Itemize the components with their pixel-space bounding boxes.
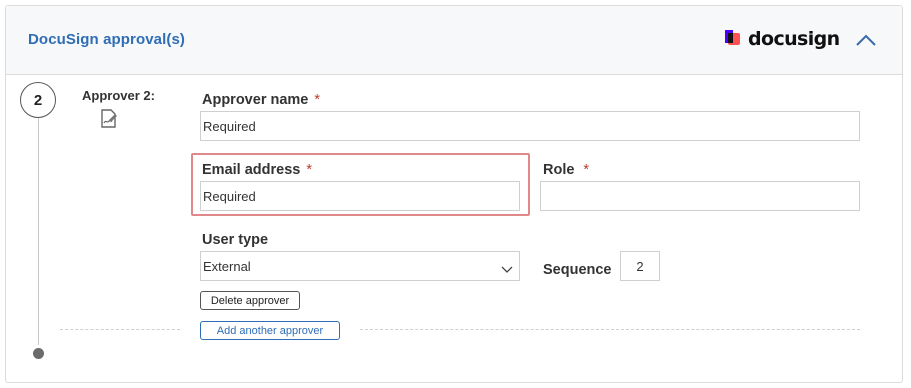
- add-another-approver-button[interactable]: Add another approver: [200, 321, 340, 340]
- divider-left: [60, 329, 180, 330]
- chevron-up-icon[interactable]: [854, 32, 878, 48]
- divider-right: [360, 329, 860, 330]
- approver-name-label-text: Approver name: [202, 92, 309, 108]
- delete-approver-button[interactable]: Delete approver: [200, 291, 300, 310]
- panel-title: DocuSign approval(s): [28, 31, 186, 48]
- docusign-logo: docusign: [725, 28, 840, 50]
- signature-document-icon: [99, 108, 119, 130]
- role-label-text: Role: [543, 162, 575, 178]
- step-connector-line: [38, 118, 39, 345]
- email-address-label-text: Email address: [202, 162, 301, 178]
- step-end-dot: [33, 348, 44, 359]
- sequence-input[interactable]: 2: [620, 251, 660, 281]
- role-label: Role *: [543, 162, 589, 178]
- role-input[interactable]: [540, 181, 860, 211]
- required-mark: *: [583, 162, 590, 178]
- user-type-selected: External: [203, 258, 251, 274]
- approver-name-input[interactable]: Required: [200, 111, 860, 141]
- email-address-value: Required: [203, 188, 256, 204]
- user-type-select[interactable]: External: [200, 251, 520, 281]
- required-mark: *: [314, 92, 321, 108]
- panel-header[interactable]: DocuSign approval(s) docusign: [6, 6, 902, 75]
- user-type-label: User type: [202, 232, 269, 248]
- required-mark: *: [306, 162, 312, 178]
- chevron-down-icon: [501, 262, 513, 273]
- email-address-input[interactable]: Required: [200, 181, 520, 211]
- sequence-label: Sequence: [543, 262, 612, 278]
- email-address-label: Email address *: [202, 162, 312, 178]
- step-number: 2: [20, 82, 56, 118]
- approver-name-value: Required: [203, 118, 256, 134]
- docusign-logo-icon: [725, 30, 743, 48]
- approver-label: Approver 2:: [82, 88, 155, 103]
- docusign-wordmark: docusign: [748, 28, 840, 50]
- sequence-value: 2: [636, 258, 644, 274]
- approver-name-label: Approver name *: [202, 92, 320, 108]
